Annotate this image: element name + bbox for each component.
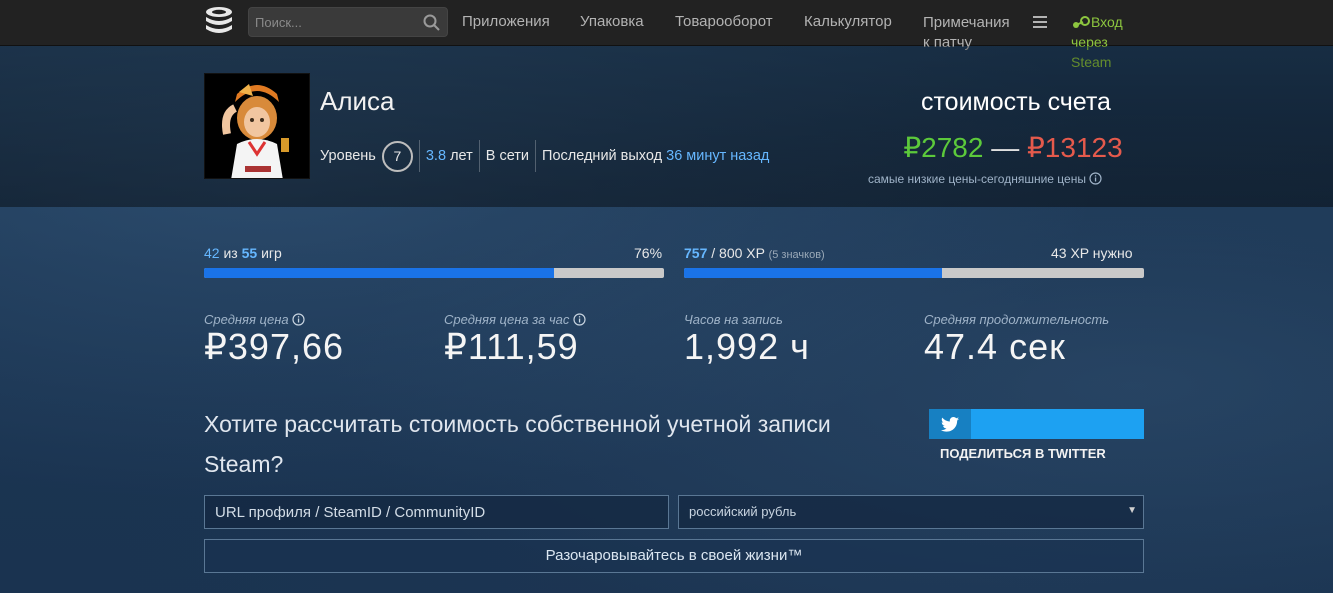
stat-hours-value: 1,992 ч bbox=[684, 326, 810, 367]
profile-url-input[interactable] bbox=[204, 495, 669, 529]
account-value-range: ₽2782 — ₽13123 bbox=[870, 131, 1156, 164]
nav-link-trade[interactable]: Товарооборот bbox=[675, 13, 773, 30]
stat-avg-duration-label: Средняя продолжительность bbox=[924, 312, 1110, 327]
account-value-low: ₽2782 bbox=[903, 132, 984, 163]
info-icon[interactable] bbox=[292, 313, 305, 326]
games-percent: 76% bbox=[634, 245, 663, 261]
search-icon[interactable] bbox=[423, 14, 440, 31]
games-total: 55 bbox=[241, 245, 258, 261]
stat-avg-duration-value: 47.4 сек bbox=[924, 326, 1066, 367]
xp-badges: (5 значков) bbox=[768, 249, 825, 261]
stat-hours-label: Часов на запись bbox=[684, 312, 783, 327]
divider bbox=[535, 140, 537, 172]
price-note-text: самые низкие цены-сегодняшние цены bbox=[868, 172, 1086, 186]
info-icon[interactable] bbox=[573, 313, 586, 326]
games-of: из bbox=[223, 245, 238, 261]
games-played: 42 bbox=[204, 245, 220, 261]
nav-link-calculator[interactable]: Калькулятор bbox=[804, 13, 892, 30]
avatar bbox=[204, 73, 310, 179]
info-icon[interactable] bbox=[1089, 172, 1102, 185]
twitter-share-label[interactable]: ПОДЕЛИТЬСЯ В TWITTER bbox=[940, 446, 1106, 461]
level-badge: 7 bbox=[381, 140, 413, 172]
calc-question: Хотите рассчитать стоимость собственной … bbox=[204, 411, 831, 477]
search-box bbox=[248, 7, 448, 37]
stat-avg-price-value: ₽397,66 bbox=[204, 326, 345, 367]
xp-progress-bar bbox=[684, 268, 1144, 278]
price-note: самые низкие цены-сегодняшние цены bbox=[868, 172, 1102, 186]
account-years-label: лет bbox=[450, 148, 473, 164]
last-logout-label: Последний выход bbox=[542, 148, 663, 164]
site-logo-icon[interactable] bbox=[203, 5, 235, 39]
divider bbox=[478, 140, 480, 172]
xp-progress-label: 757 / 800 XP (5 значков) bbox=[684, 245, 825, 261]
account-value-high: ₽13123 bbox=[1026, 132, 1123, 163]
search-input[interactable] bbox=[249, 8, 447, 36]
divider bbox=[418, 140, 420, 172]
account-years-value: 3.8 bbox=[425, 148, 447, 164]
top-navbar: Приложения Упаковка Товарооборот Калькул… bbox=[0, 0, 1333, 70]
level-label: Уровень bbox=[320, 148, 376, 164]
xp-progress-fill bbox=[684, 268, 942, 278]
account-value-title: стоимость счета bbox=[921, 88, 1111, 116]
caret-down-icon: ▼ bbox=[1127, 505, 1137, 516]
stat-avg-price-hour-value: ₽111,59 bbox=[444, 326, 579, 367]
profile-stats-row: Уровень 7 3.8 лет В сети Последний выход… bbox=[320, 140, 769, 172]
games-progress-bar bbox=[204, 268, 664, 278]
stat-avg-price-label: Средняя цена bbox=[204, 312, 305, 327]
steam-icon bbox=[1073, 16, 1090, 28]
stat-label: Средняя цена bbox=[204, 312, 289, 327]
calculate-button[interactable]: Разочаровывайтесь в своей жизни™ bbox=[204, 539, 1144, 573]
twitter-share-button[interactable] bbox=[929, 409, 1144, 439]
profile-header bbox=[0, 46, 1333, 207]
stat-avg-price-hour-label: Средняя цена за час bbox=[444, 312, 586, 327]
currency-select[interactable]: российский рубль ▼ bbox=[678, 495, 1144, 529]
xp-current: 757 bbox=[684, 245, 708, 261]
stat-label: Средняя цена за час bbox=[444, 312, 570, 327]
xp-max: / 800 XP bbox=[711, 245, 765, 261]
online-status: В сети bbox=[485, 148, 530, 164]
xp-needed: 43 XP нужно bbox=[1051, 245, 1133, 261]
profile-name: Алиса bbox=[320, 86, 395, 116]
games-unit: игр bbox=[261, 245, 282, 261]
nav-link-packages[interactable]: Упаковка bbox=[580, 13, 644, 30]
games-progress-label: 42 из 55 игр bbox=[204, 245, 282, 261]
twitter-icon bbox=[929, 409, 971, 439]
currency-selected-value: российский рубль bbox=[689, 504, 797, 519]
last-logout-value: 36 минут назад bbox=[666, 148, 770, 164]
menu-icon[interactable] bbox=[1033, 16, 1047, 28]
games-progress-fill bbox=[204, 268, 554, 278]
range-dash: — bbox=[991, 132, 1020, 163]
nav-link-apps[interactable]: Приложения bbox=[462, 13, 550, 30]
